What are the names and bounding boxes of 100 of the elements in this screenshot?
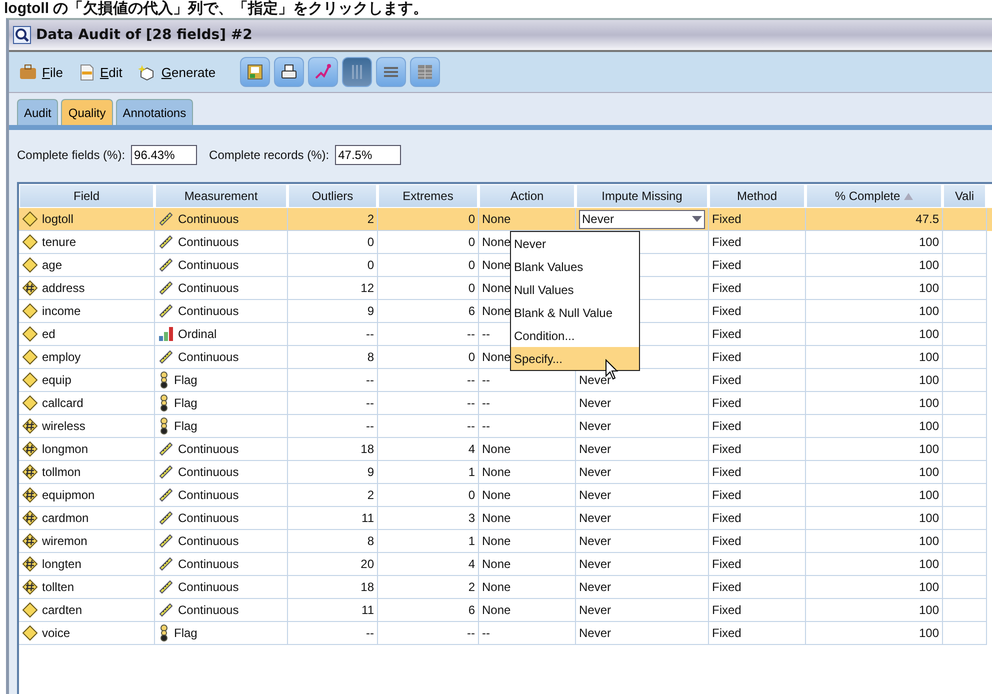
- summary-field[interactable]: 47.5%: [335, 145, 402, 165]
- summary-field[interactable]: 96.43%: [131, 145, 198, 165]
- column-header[interactable]: Extremes: [378, 184, 479, 208]
- ruler-icon: [158, 579, 174, 595]
- field-name: employ: [42, 350, 81, 364]
- ruler-icon: [158, 280, 174, 296]
- column-header[interactable]: Field: [19, 184, 155, 208]
- briefcase-icon: [19, 64, 37, 80]
- table-cell: 100: [806, 622, 943, 645]
- tab[interactable]: Audit: [17, 99, 58, 125]
- chart-icon: [314, 63, 332, 81]
- ruler-icon: [158, 211, 174, 227]
- measurement-text: Continuous: [178, 488, 239, 502]
- measurement-text: Flag: [174, 626, 198, 640]
- menu-button[interactable]: File: [15, 62, 71, 82]
- hash-diamond-icon: [22, 464, 38, 480]
- diamond-icon: [22, 395, 38, 411]
- beads-icon: [158, 371, 170, 389]
- diamond-icon: [22, 257, 38, 273]
- table-row[interactable]: logtoll Continuous 2 0 None Never Fixed 47.5: [19, 208, 992, 231]
- diamond-icon: [22, 211, 38, 227]
- window-title: Data Audit of [28 fields] #2: [36, 27, 252, 43]
- column-header[interactable]: % Complete: [806, 184, 943, 208]
- toolbar-button[interactable]: [274, 57, 304, 87]
- column-header[interactable]: Vali: [943, 184, 987, 208]
- ruler-icon: [158, 487, 174, 503]
- field-name: wireless: [42, 419, 86, 433]
- table-cell: [943, 622, 987, 645]
- hash-diamond-icon: [22, 487, 38, 503]
- hash-diamond-icon: [22, 280, 38, 296]
- column-header[interactable]: Measurement: [155, 184, 288, 208]
- diamond-icon: [22, 326, 38, 342]
- instruction-text: logtoll の「欠損値の代入」列で、「指定」をクリックします。: [3, 0, 430, 18]
- sort-arrow-icon: [904, 192, 914, 200]
- menu-button[interactable]: Edit: [74, 62, 130, 82]
- measurement-text: Continuous: [178, 557, 239, 571]
- table-cell: --: [378, 622, 479, 645]
- measurement-text: Continuous: [178, 281, 239, 295]
- beads-icon: [158, 417, 170, 435]
- measurement-text: Continuous: [178, 442, 239, 456]
- beads-icon: [158, 394, 170, 412]
- column-header[interactable]: Action: [479, 184, 576, 208]
- table-cell: Never: [576, 622, 709, 645]
- measurement-text: Continuous: [178, 603, 239, 617]
- column-header[interactable]: Impute Missing: [576, 184, 709, 208]
- ruler-icon: [158, 533, 174, 549]
- measurement-text: Continuous: [178, 350, 239, 364]
- measurement-text: Continuous: [178, 580, 239, 594]
- diamond-icon: [22, 349, 38, 365]
- measurement-text: Continuous: [178, 212, 239, 226]
- hash-diamond-icon: [22, 441, 38, 457]
- printer-icon: [280, 63, 298, 81]
- table-cell: Fixed: [709, 622, 806, 645]
- ruler-icon: [158, 602, 174, 618]
- measurement-text: Flag: [174, 373, 198, 387]
- measurement-text: Flag: [174, 396, 198, 410]
- impute-dropdown[interactable]: Never: [579, 210, 705, 228]
- measurement-text: Continuous: [178, 235, 239, 249]
- sparkle-hexagon-icon: [138, 64, 156, 80]
- field-name: income: [42, 304, 81, 318]
- field-name: address: [42, 281, 85, 295]
- document-icon: [78, 64, 95, 80]
- dropdown-option[interactable]: Specify...: [511, 347, 639, 370]
- diamond-icon: [22, 234, 38, 250]
- field-name: voice: [42, 626, 70, 640]
- caret-icon: [692, 216, 702, 222]
- toolbar-button[interactable]: [240, 57, 270, 87]
- beads-icon: [158, 624, 170, 642]
- summary-label: Complete records (%):: [209, 148, 330, 162]
- ruler-icon: [158, 441, 174, 457]
- export-icon: [246, 63, 264, 81]
- tab[interactable]: Quality: [61, 99, 113, 125]
- diamond-icon: [22, 372, 38, 388]
- column-header[interactable]: Method: [709, 184, 806, 208]
- field-name: ed: [42, 327, 56, 341]
- tab[interactable]: Annotations: [116, 99, 194, 125]
- measurement-text: Continuous: [178, 304, 239, 318]
- summary-label: Complete fields (%):: [17, 148, 126, 162]
- hash-diamond-icon: [22, 556, 38, 572]
- table-cell: --: [288, 622, 378, 645]
- field-name: equipmon: [42, 488, 95, 502]
- measurement-text: Flag: [174, 419, 198, 433]
- ruler-icon: [158, 464, 174, 480]
- measurement-text: Continuous: [178, 465, 239, 479]
- ruler-icon: [158, 257, 174, 273]
- hash-diamond-icon: [22, 510, 38, 526]
- field-name: tollten: [42, 580, 74, 594]
- table-cell: --: [479, 622, 576, 645]
- ruler-icon: [158, 303, 174, 319]
- measurement-text: Continuous: [178, 534, 239, 548]
- measurement-text: Continuous: [178, 258, 239, 272]
- menu-button[interactable]: Generate: [134, 62, 224, 82]
- field-name: longten: [42, 557, 82, 571]
- hash-diamond-icon: [22, 579, 38, 595]
- column-header[interactable]: Outliers: [288, 184, 378, 208]
- measurement-text: Continuous: [178, 511, 239, 525]
- ruler-icon: [158, 556, 174, 572]
- diamond-icon: [22, 303, 38, 319]
- field-name: age: [42, 258, 62, 272]
- field-name: logtoll: [42, 212, 74, 226]
